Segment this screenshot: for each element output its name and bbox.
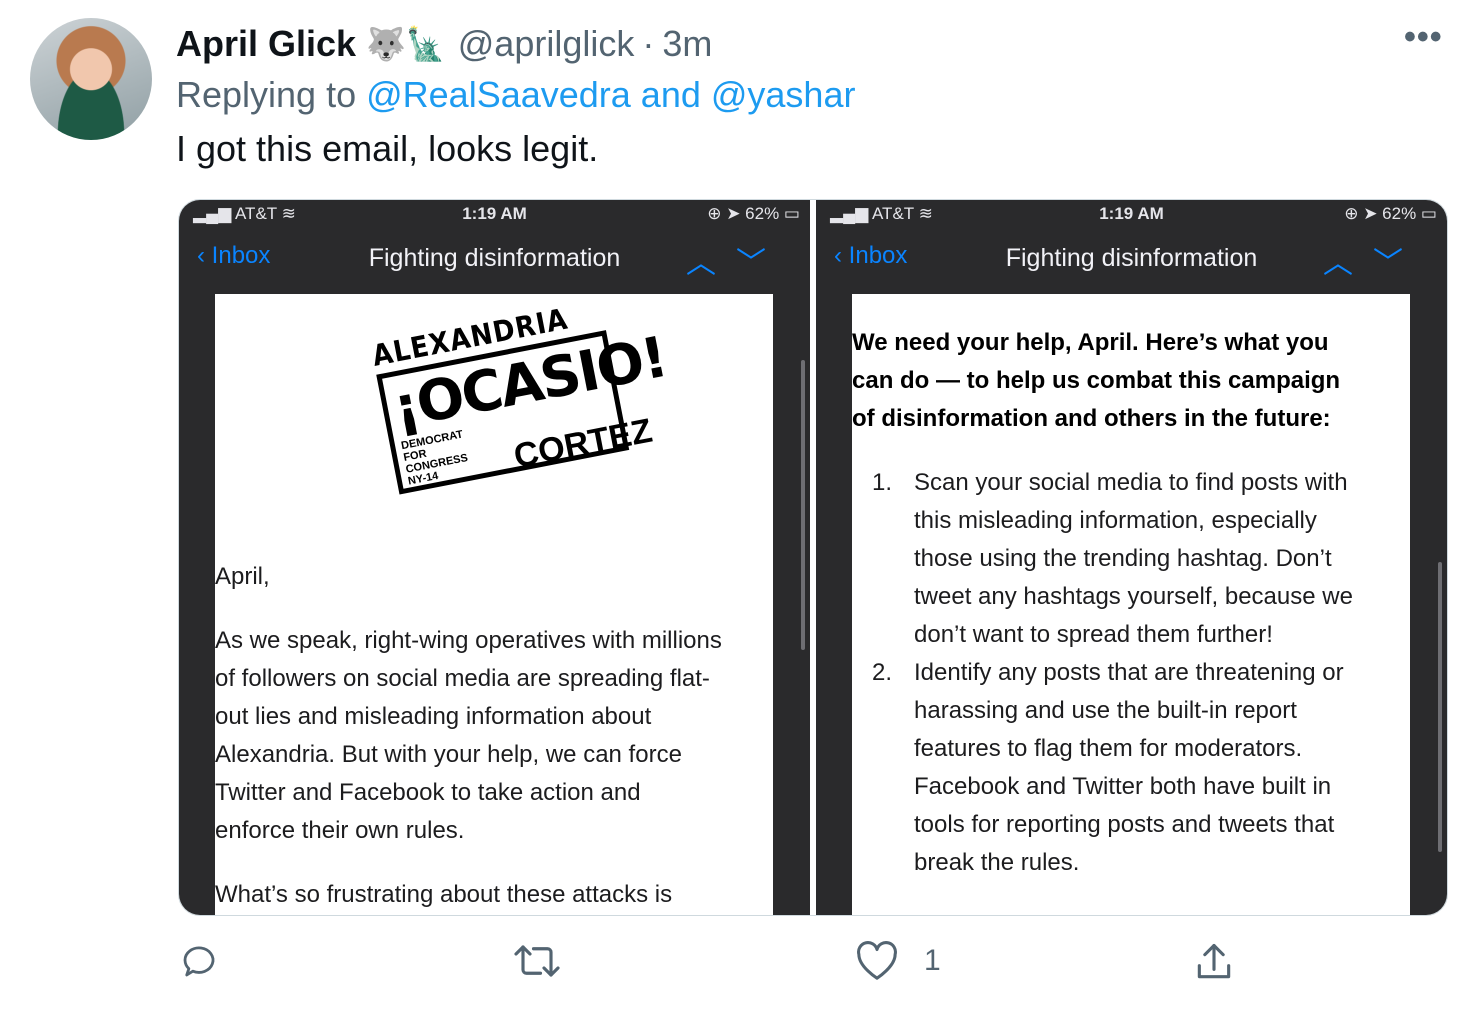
mail-navbar: ‹ Inbox Fighting disinformation ︿﹀ bbox=[179, 228, 810, 294]
status-bar: ▂▄▆ AT&T ≋ 1:19 AM ⊕ ➤ 62% ▭ bbox=[816, 200, 1447, 228]
scrollbar[interactable] bbox=[801, 360, 805, 650]
heart-icon bbox=[857, 941, 897, 980]
bold-line: of disinformation and others in the futu… bbox=[852, 405, 1331, 432]
mail-navbar: ‹ Inbox Fighting disinformation ︿﹀ bbox=[816, 228, 1447, 294]
email-greeting: April, bbox=[215, 563, 270, 590]
more-options-icon[interactable]: ••• bbox=[1404, 18, 1443, 57]
list-item: 2. Identify any posts that are threateni… bbox=[872, 654, 1392, 882]
list-line: those using the trending hashtag. Don’t bbox=[914, 545, 1332, 572]
replying-to-links[interactable]: @RealSaavedra and @yashar bbox=[366, 74, 855, 115]
email-body: We need your help, April. Here’s what yo… bbox=[852, 294, 1410, 915]
share-icon bbox=[1197, 943, 1231, 979]
retweet-button[interactable] bbox=[512, 940, 562, 982]
replying-prefix: Replying to bbox=[176, 74, 367, 115]
email-screenshot-2[interactable]: ▂▄▆ AT&T ≋ 1:19 AM ⊕ ➤ 62% ▭ ‹ Inbox Fig… bbox=[816, 200, 1447, 915]
campaign-logo: ALEXANDRIA ¡OCASIO! DEMOCRAT FOR CONGRES… bbox=[369, 296, 671, 502]
like-button[interactable]: 1 bbox=[854, 940, 941, 982]
para-line: As we speak, right-wing operatives with … bbox=[215, 627, 722, 654]
list-line: features to flag them for moderators. bbox=[914, 735, 1303, 762]
author-name[interactable]: April Glick bbox=[176, 23, 356, 65]
list-line: harassing and use the built-in report bbox=[914, 697, 1297, 724]
para-line: enforce their own rules. bbox=[215, 817, 465, 844]
separator: · bbox=[642, 23, 655, 64]
author-avatar[interactable] bbox=[30, 18, 152, 140]
tweet-time[interactable]: 3m bbox=[662, 23, 712, 65]
list-line: don’t want to spread them further! bbox=[914, 621, 1273, 648]
tweet-header: April Glick 🐺🗽 @aprilglick · 3m bbox=[176, 18, 712, 70]
tweet-media[interactable]: ▂▄▆ AT&T ≋ 1:19 AM ⊕ ➤ 62% ▭ ‹ Inbox Fig… bbox=[178, 199, 1448, 916]
tweet-text: I got this email, looks legit. bbox=[176, 128, 599, 169]
retweet-icon bbox=[514, 945, 560, 977]
bold-line: can do — to help us combat this campaign bbox=[852, 367, 1341, 394]
like-count: 1 bbox=[924, 944, 941, 977]
action-list: 1. Scan your social media to find posts … bbox=[872, 464, 1392, 882]
author-emojis: 🐺🗽 bbox=[366, 26, 446, 62]
list-line: tweet any hashtags yourself, because we bbox=[914, 583, 1353, 610]
list-line: Facebook and Twitter both have built in bbox=[914, 773, 1332, 800]
reply-icon bbox=[183, 946, 215, 977]
author-handle[interactable]: @aprilglick bbox=[458, 23, 635, 65]
email-screenshot-1[interactable]: ▂▄▆ AT&T ≋ 1:19 AM ⊕ ➤ 62% ▭ ‹ Inbox Fig… bbox=[179, 200, 810, 915]
email-paragraph-1: As we speak, right-wing operatives with … bbox=[215, 622, 722, 850]
prev-next-arrows-icon[interactable]: ︿﹀ bbox=[686, 238, 786, 282]
email-paragraph-2: What’s so frustrating about these attack… bbox=[215, 881, 673, 908]
list-line: Scan your social media to find posts wit… bbox=[914, 469, 1348, 496]
battery-level: ⊕ ➤ 62% ▭ bbox=[707, 204, 800, 223]
prev-next-arrows-icon[interactable]: ︿﹀ bbox=[1323, 238, 1423, 282]
bold-line: We need your help, April. Here’s what yo… bbox=[852, 329, 1329, 356]
list-line: break the rules. bbox=[914, 849, 1080, 876]
list-line: this misleading information, especially bbox=[914, 507, 1317, 534]
status-bar: ▂▄▆ AT&T ≋ 1:19 AM ⊕ ➤ 62% ▭ bbox=[179, 200, 810, 228]
list-number: 2. bbox=[872, 659, 893, 686]
list-number: 1. bbox=[872, 469, 893, 496]
list-item: 1. Scan your social media to find posts … bbox=[872, 464, 1392, 654]
email-body: ALEXANDRIA ¡OCASIO! DEMOCRAT FOR CONGRES… bbox=[215, 294, 773, 915]
battery-level: ⊕ ➤ 62% ▭ bbox=[1344, 204, 1437, 223]
para-line: Alexandria. But with your help, we can f… bbox=[215, 741, 682, 768]
para-line: Twitter and Facebook to take action and bbox=[215, 779, 641, 806]
replying-to: Replying to @RealSaavedra and @yashar bbox=[176, 74, 855, 116]
share-button[interactable] bbox=[1192, 940, 1236, 984]
email-call-to-action: We need your help, April. Here’s what yo… bbox=[852, 324, 1392, 438]
para-line: of followers on social media are spreadi… bbox=[215, 665, 710, 692]
para-line: out lies and misleading information abou… bbox=[215, 703, 652, 730]
reply-button[interactable] bbox=[178, 940, 220, 982]
list-line: Identify any posts that are threatening … bbox=[914, 659, 1344, 686]
tweet-actions: 1 bbox=[0, 940, 1480, 996]
list-line: tools for reporting posts and tweets tha… bbox=[914, 811, 1335, 838]
scrollbar[interactable] bbox=[1438, 562, 1442, 852]
